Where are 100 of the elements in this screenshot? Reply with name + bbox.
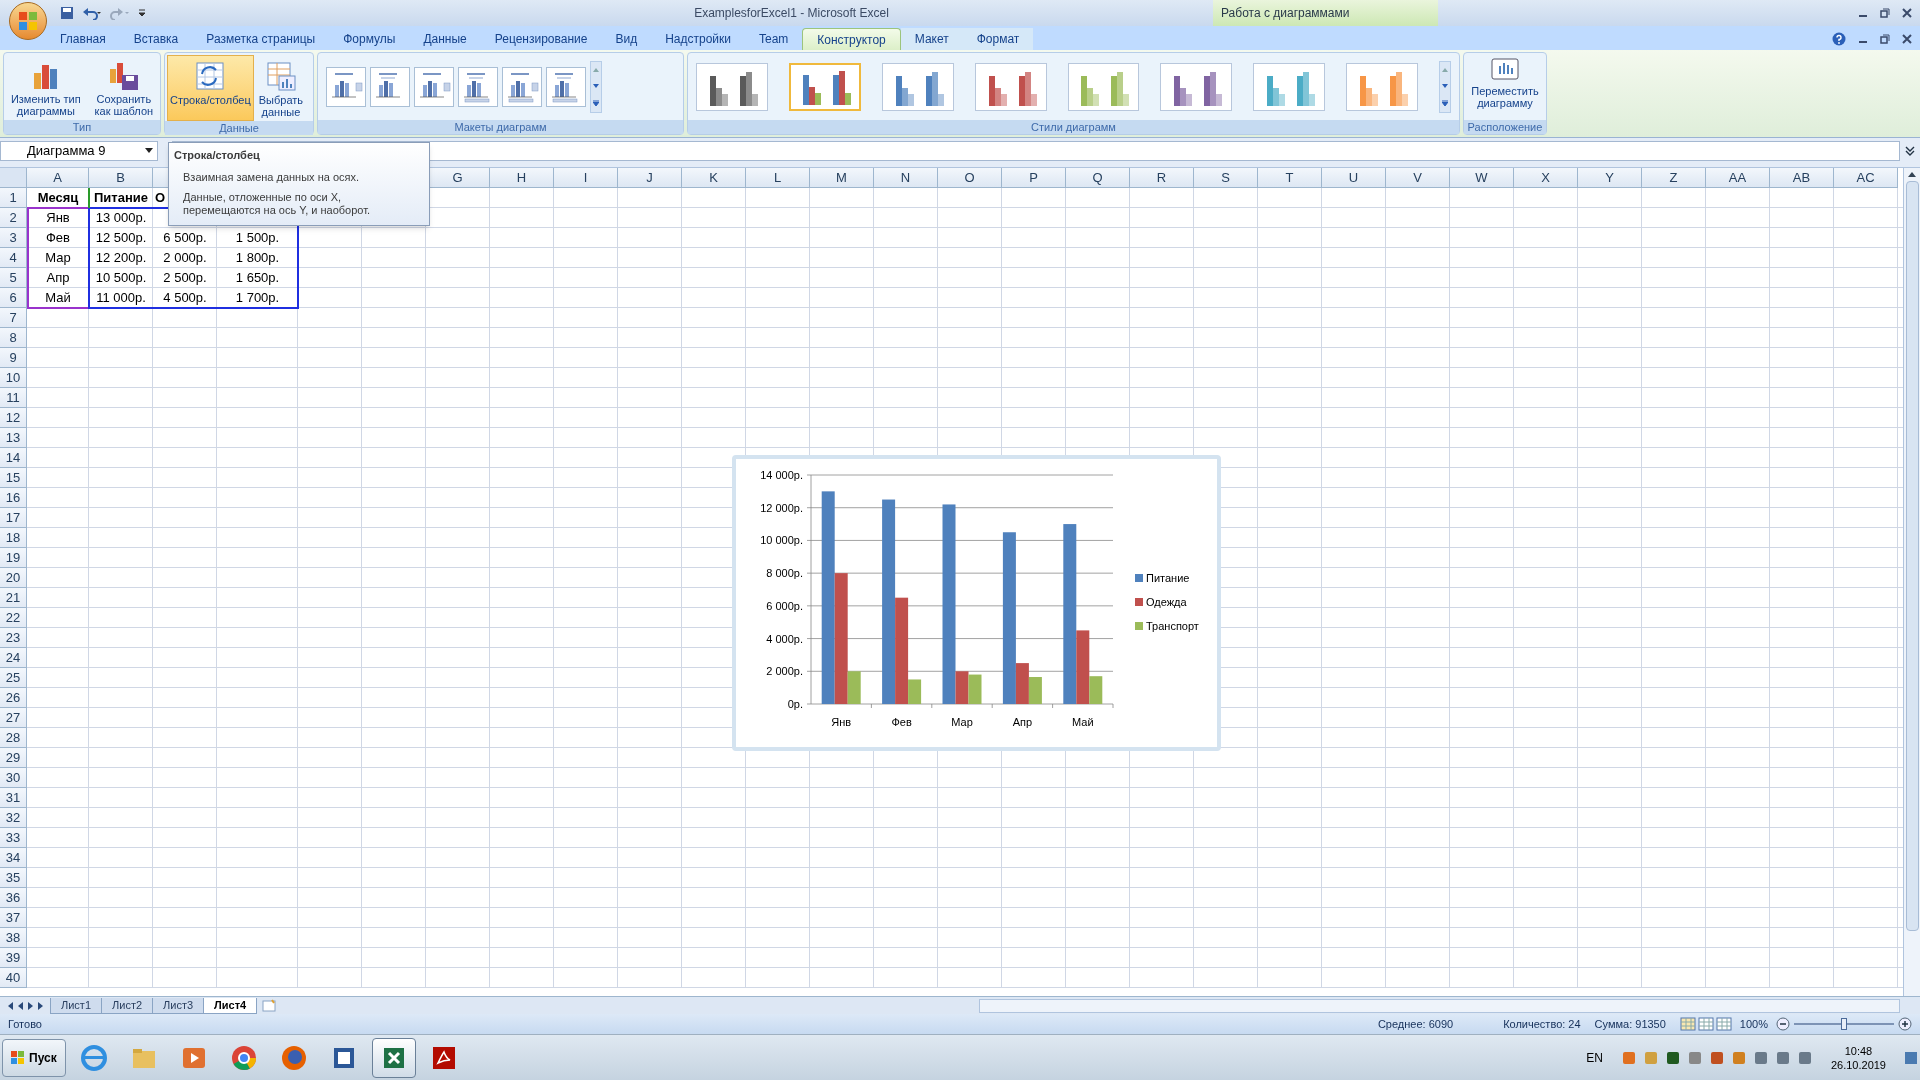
chart-area[interactable]: 14 000р. 12 000р. 10 000р. 8 000р. 6 000р. 4 000р. 2 000р. 0р. Янв Фев Мар Апр Май Питание Одежда Транспорт: [732, 455, 1221, 751]
ribbon-button[interactable]: Изменить тип диаграммы: [6, 57, 85, 117]
column-header[interactable]: J: [618, 168, 682, 188]
ribbon-tab[interactable]: Team: [745, 28, 803, 50]
row-header[interactable]: 6: [0, 288, 27, 308]
dropdown-caret-icon[interactable]: [145, 148, 153, 153]
row-header[interactable]: 22: [0, 608, 27, 628]
column-header[interactable]: AC: [1834, 168, 1898, 188]
help-icon[interactable]: [1832, 32, 1846, 46]
row-header[interactable]: 33: [0, 828, 27, 848]
caret-up-icon[interactable]: [1908, 172, 1916, 177]
restore-icon[interactable]: [1880, 34, 1890, 44]
column-header[interactable]: Z: [1642, 168, 1706, 188]
customize-toolbar-icon[interactable]: [138, 8, 146, 18]
more-icon[interactable]: [593, 99, 599, 106]
row-header[interactable]: 13: [0, 428, 27, 448]
column-header[interactable]: X: [1514, 168, 1578, 188]
row-header[interactable]: 40: [0, 968, 27, 988]
column-header[interactable]: S: [1194, 168, 1258, 188]
ribbon-tab[interactable]: Данные: [409, 28, 481, 50]
chart-layout-thumbnail[interactable]: [326, 66, 366, 107]
column-header[interactable]: I: [554, 168, 618, 188]
start-button[interactable]: Пуск: [2, 1038, 66, 1077]
column-header[interactable]: M: [810, 168, 874, 188]
row-header[interactable]: 17: [0, 508, 27, 528]
row-header[interactable]: 10: [0, 368, 27, 388]
chart-style-thumbnail[interactable]: [1160, 62, 1233, 111]
tray-icon[interactable]: [1752, 1049, 1769, 1066]
column-header[interactable]: U: [1322, 168, 1386, 188]
horizontal-scrollbar[interactable]: [979, 998, 1900, 1013]
ribbon-button[interactable]: Переместить диаграмму: [1471, 57, 1539, 109]
row-header[interactable]: 18: [0, 528, 27, 548]
chart-style-thumbnail[interactable]: [1067, 62, 1140, 111]
gallery-scroll-control[interactable]: [590, 60, 602, 113]
ribbon-tab[interactable]: Вставка: [119, 28, 193, 50]
ribbon-button[interactable]: Сохранить как шаблон: [90, 57, 158, 117]
ribbon-tab[interactable]: Макет: [900, 28, 963, 50]
ribbon-tab[interactable]: Рецензирование: [480, 28, 602, 50]
column-header[interactable]: Y: [1578, 168, 1642, 188]
column-header[interactable]: AB: [1770, 168, 1834, 188]
column-header[interactable]: L: [746, 168, 810, 188]
language-indicator[interactable]: EN: [1586, 1048, 1603, 1067]
row-header[interactable]: 15: [0, 468, 27, 488]
ribbon-tab[interactable]: Формат: [962, 28, 1034, 50]
ribbon-tab[interactable]: Надстройки: [651, 28, 745, 50]
column-header[interactable]: V: [1386, 168, 1450, 188]
row-header[interactable]: 35: [0, 868, 27, 888]
row-header[interactable]: 34: [0, 848, 27, 868]
sheet-tab[interactable]: Лист2: [101, 997, 154, 1014]
row-header[interactable]: 21: [0, 588, 27, 608]
tray-icon[interactable]: [1708, 1049, 1725, 1066]
row-header[interactable]: 28: [0, 728, 27, 748]
tray-icon[interactable]: [1796, 1049, 1813, 1066]
office-button[interactable]: [9, 2, 47, 40]
sheet-tab[interactable]: Лист3: [152, 997, 205, 1014]
row-header[interactable]: 25: [0, 668, 27, 688]
vertical-scrollbar[interactable]: [1903, 168, 1920, 996]
ribbon-tab[interactable]: Формулы: [329, 28, 410, 50]
row-header[interactable]: 16: [0, 488, 27, 508]
show-desktop-icon[interactable]: [1904, 1049, 1918, 1066]
chart-style-thumbnail[interactable]: [788, 62, 861, 111]
column-header[interactable]: W: [1450, 168, 1514, 188]
taskbar-button[interactable]: [371, 1037, 416, 1078]
sheet-tab[interactable]: Лист1: [50, 997, 103, 1014]
chart-layout-thumbnail[interactable]: [370, 66, 410, 107]
tray-icon[interactable]: [1664, 1049, 1681, 1066]
sheet-tab[interactable]: Лист4: [203, 997, 258, 1014]
expand-icon[interactable]: [1904, 144, 1916, 157]
caret-down-icon[interactable]: [593, 83, 599, 88]
chart-style-thumbnail[interactable]: [974, 62, 1047, 111]
row-header[interactable]: 36: [0, 888, 27, 908]
zoom-out-icon[interactable]: [1776, 1017, 1790, 1031]
row-header[interactable]: 23: [0, 628, 27, 648]
chart-style-thumbnail[interactable]: [881, 62, 954, 111]
zoom-slider-thumb[interactable]: [1841, 1018, 1847, 1030]
tray-icon[interactable]: [1686, 1049, 1703, 1066]
column-header[interactable]: B: [89, 168, 153, 188]
gallery-scroll-control[interactable]: [1439, 60, 1451, 113]
column-header[interactable]: O: [938, 168, 1002, 188]
row-header[interactable]: 19: [0, 548, 27, 568]
chart-layout-thumbnail[interactable]: [414, 66, 454, 107]
ribbon-tab[interactable]: Вид: [601, 28, 652, 50]
row-header[interactable]: 7: [0, 308, 27, 328]
column-header[interactable]: AA: [1706, 168, 1770, 188]
row-header[interactable]: 8: [0, 328, 27, 348]
row-header[interactable]: 37: [0, 908, 27, 928]
ribbon-tab[interactable]: Главная: [46, 28, 120, 50]
row-header[interactable]: 32: [0, 808, 27, 828]
column-header[interactable]: R: [1130, 168, 1194, 188]
name-box[interactable]: Диаграмма 9: [0, 140, 158, 161]
chart-style-thumbnail[interactable]: [696, 62, 768, 111]
caret-down-icon[interactable]: [1442, 83, 1448, 88]
row-header[interactable]: 26: [0, 688, 27, 708]
row-header[interactable]: 9: [0, 348, 27, 368]
zoom-slider[interactable]: [1794, 1018, 1894, 1030]
save-icon[interactable]: [60, 6, 74, 20]
row-header[interactable]: 30: [0, 768, 27, 788]
row-header[interactable]: 24: [0, 648, 27, 668]
row-header[interactable]: 27: [0, 708, 27, 728]
row-header[interactable]: 14: [0, 448, 27, 468]
